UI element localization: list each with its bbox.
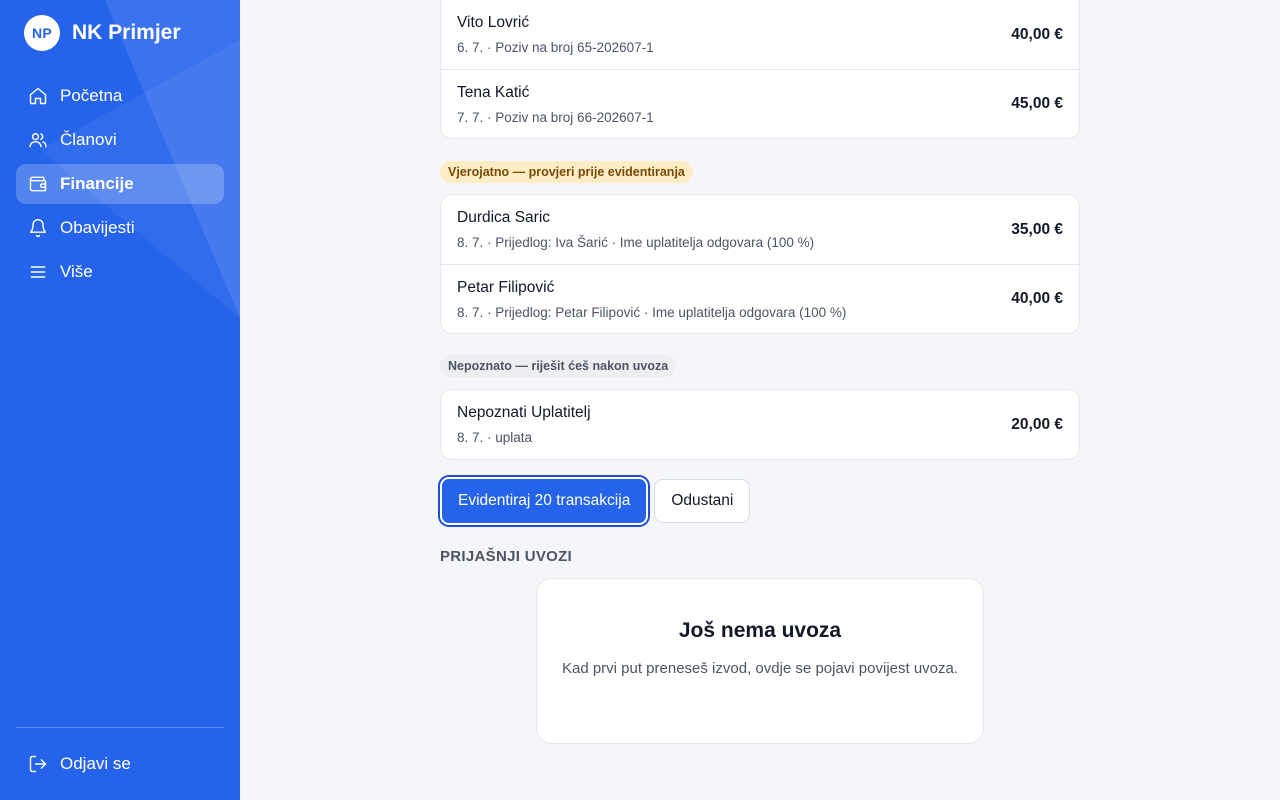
empty-title: Još nema uvoza	[678, 619, 842, 642]
bell-icon	[28, 218, 48, 238]
empty-history-card: Još nema uvoza Kad prvi put preneseš izv…	[536, 578, 984, 744]
transaction-amount: 35,00 €	[1011, 220, 1063, 238]
unknown-transactions-card: Nepoznati Uplatitelj 8. 7. · uplata 20,0…	[440, 389, 1080, 460]
matched-transactions-card: Vito Lovrić 6. 7. · Poziv na broj 65-202…	[440, 0, 1080, 139]
brand-logo: NP	[24, 15, 60, 51]
transaction-meta: 8. 7. · Prijedlog: Iva Šarić · Ime uplat…	[457, 235, 815, 250]
transaction-row[interactable]: Vito Lovrić 6. 7. · Poziv na broj 65-202…	[441, 0, 1079, 69]
sidebar-item-label: Obavijesti	[60, 218, 135, 237]
transaction-row[interactable]: Nepoznati Uplatitelj 8. 7. · uplata 20,0…	[441, 390, 1079, 459]
wallet-icon	[28, 174, 48, 194]
transaction-meta: 8. 7. · Prijedlog: Petar Filipović · Ime…	[457, 304, 847, 320]
logout-button[interactable]: Odjavi se	[16, 744, 224, 784]
transaction-info: Durdica Saric 8. 7. · Prijedlog: Iva Šar…	[457, 209, 814, 250]
transaction-meta: 6. 7. · Poziv na broj 65-202607-1	[457, 40, 654, 55]
payer-name: Petar Filipović	[457, 278, 555, 296]
payer-name: Tena Katić	[457, 83, 530, 101]
transaction-info: Tena Katić 7. 7. · Poziv na broj 66-2026…	[457, 84, 654, 125]
sidebar: NP NK Primjer Početna Članovi Financije	[0, 0, 240, 800]
users-icon	[28, 130, 48, 150]
transaction-amount: 40,00 €	[1011, 290, 1063, 307]
payer-name: Vito Lovrić	[457, 14, 530, 31]
transaction-info: Vito Lovrić 6. 7. · Poziv na broj 65-202…	[457, 14, 654, 55]
cancel-button[interactable]: Odustani	[654, 479, 751, 523]
transaction-info: Nepoznati Uplatitelj 8. 7. · uplata	[457, 404, 591, 445]
sidebar-item-label: Početna	[60, 86, 123, 105]
transaction-row[interactable]: Petar Filipović 8. 7. · Prijedlog: Petar…	[441, 264, 1079, 333]
transaction-amount: 20,00 €	[1011, 415, 1063, 433]
probable-badge: Vjerojatno — provjeri prije evidentiranj…	[440, 161, 693, 183]
sidebar-item-financije[interactable]: Financije	[16, 164, 224, 204]
confirm-import-button[interactable]: Evidentiraj 20 transakcija	[440, 477, 649, 525]
menu-icon	[28, 262, 48, 282]
probable-transactions-card: Durdica Saric 8. 7. · Prijedlog: Iva Šar…	[440, 194, 1080, 334]
payer-name: Durdica Saric	[457, 209, 551, 226]
sidebar-item-pocetna[interactable]: Početna	[16, 76, 224, 116]
empty-text: Kad prvi put preneseš izvod, ovdje se po…	[561, 660, 959, 677]
transaction-meta: 8. 7. · uplata	[457, 430, 533, 445]
unknown-section-header: Nepoznato — riješit ćeš nakon uvoza	[440, 355, 1080, 377]
sidebar-item-label: Financije	[60, 174, 134, 193]
sidebar-nav: Početna Članovi Financije Obavijesti Viš…	[16, 76, 224, 296]
sidebar-item-label: Više	[60, 262, 93, 281]
home-icon	[28, 86, 48, 106]
transaction-amount: 45,00 €	[1011, 95, 1063, 112]
transaction-row[interactable]: Tena Katić 7. 7. · Poziv na broj 66-2026…	[441, 69, 1079, 138]
sidebar-divider	[16, 727, 224, 728]
sidebar-item-clanovi[interactable]: Članovi	[16, 120, 224, 160]
probable-section-header: Vjerojatno — provjeri prije evidentiranj…	[440, 161, 1080, 183]
import-actions: Evidentiraj 20 transakcija Odustani	[440, 477, 1080, 525]
brand-name: NK Primjer	[72, 21, 181, 44]
transaction-info: Petar Filipović 8. 7. · Prijedlog: Petar…	[457, 279, 846, 320]
transaction-row[interactable]: Durdica Saric 8. 7. · Prijedlog: Iva Šar…	[441, 195, 1079, 264]
logout-label: Odjavi se	[60, 754, 131, 773]
brand[interactable]: NP NK Primjer	[24, 15, 181, 51]
transaction-amount: 40,00 €	[1011, 25, 1063, 43]
sidebar-item-vise[interactable]: Više	[16, 252, 224, 292]
logout-icon	[28, 754, 48, 774]
transaction-meta: 7. 7. · Poziv na broj 66-202607-1	[457, 109, 654, 125]
logout-section: Odjavi se	[16, 744, 224, 788]
sidebar-item-obavijesti[interactable]: Obavijesti	[16, 208, 224, 248]
sidebar-item-label: Članovi	[60, 130, 117, 149]
unknown-badge: Nepoznato — riješit ćeš nakon uvoza	[440, 355, 677, 377]
payer-name: Nepoznati Uplatitelj	[457, 404, 591, 421]
history-title: PRIJAŠNJI UVOZI	[440, 548, 573, 565]
